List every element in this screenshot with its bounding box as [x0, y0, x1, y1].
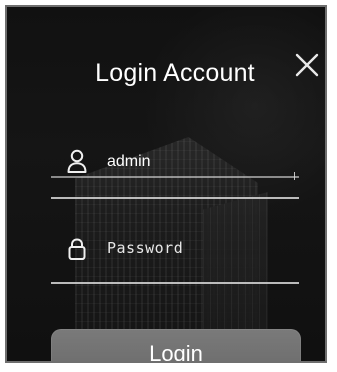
login-button[interactable]: Login [51, 329, 301, 361]
username-value: admin [107, 153, 151, 170]
username-underline [51, 176, 299, 178]
password-field[interactable]: Password [51, 233, 299, 285]
password-placeholder: Password [107, 239, 184, 257]
login-dialog: Login Account admin Password Login [5, 5, 327, 363]
lock-icon [65, 235, 89, 263]
username-field[interactable]: admin [51, 147, 299, 199]
close-icon [295, 53, 319, 77]
dialog-title: Login Account [95, 59, 255, 87]
user-icon [65, 147, 89, 175]
password-underline [51, 282, 299, 284]
close-button[interactable] [293, 51, 321, 79]
username-underline-bottom [51, 197, 299, 199]
